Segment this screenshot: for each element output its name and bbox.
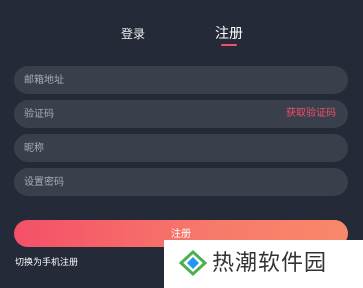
watermark-logo-icon: [178, 249, 208, 277]
verification-code-input[interactable]: [24, 100, 274, 128]
nickname-input[interactable]: [24, 134, 274, 162]
get-code-button[interactable]: 获取验证码: [286, 100, 336, 128]
tab-register[interactable]: 注册: [205, 24, 253, 44]
active-tab-indicator: [221, 44, 237, 46]
code-field-container: 获取验证码: [14, 100, 348, 128]
nickname-field-container: [14, 134, 348, 162]
email-input[interactable]: [24, 66, 274, 94]
switch-to-phone-link[interactable]: 切换为手机注册: [15, 256, 78, 270]
password-field-container: [14, 168, 348, 196]
watermark-text: 热潮软件园: [212, 251, 328, 276]
tab-login[interactable]: 登录: [108, 24, 158, 44]
watermark: 热潮软件园: [164, 240, 363, 288]
password-input[interactable]: [24, 168, 274, 196]
email-field-container: [14, 66, 348, 94]
